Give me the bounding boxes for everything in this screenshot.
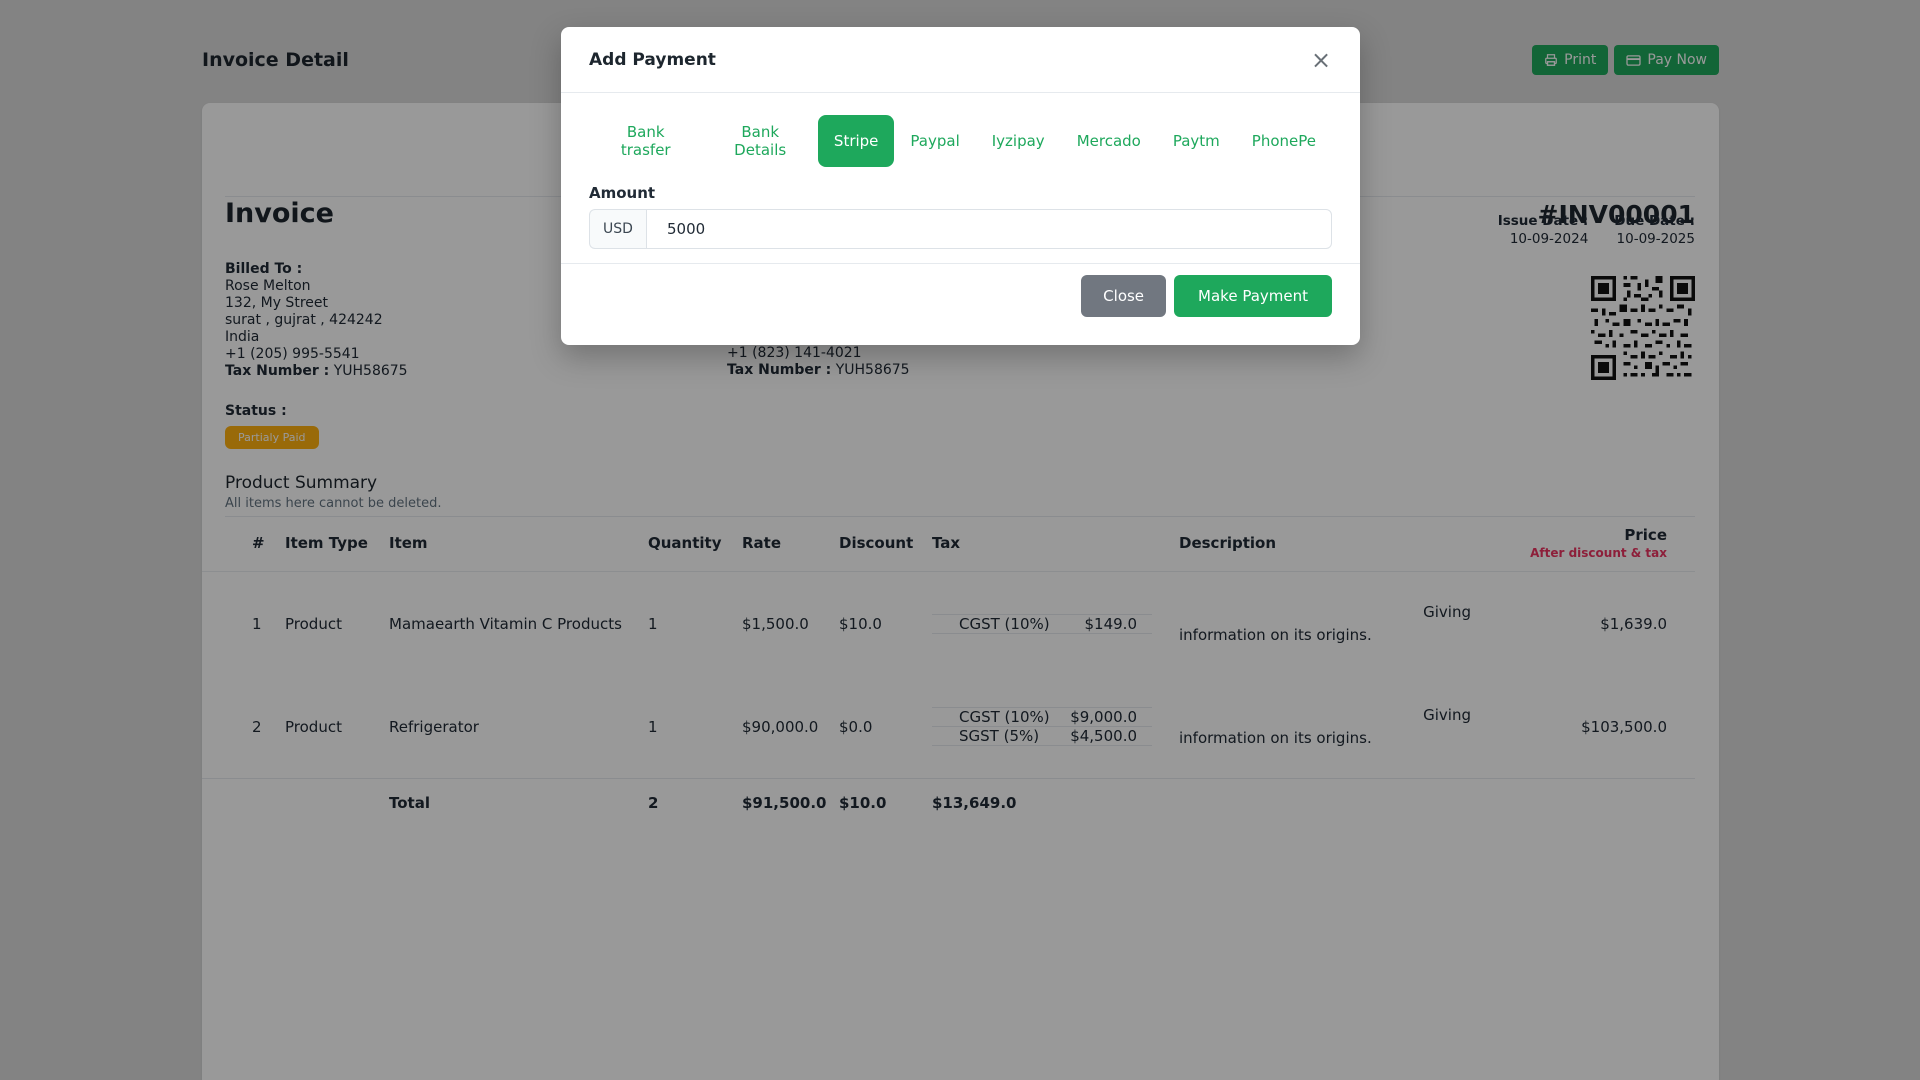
make-payment-button[interactable]: Make Payment xyxy=(1174,275,1332,317)
modal-body: Bank trasfer Bank Details Stripe Paypal … xyxy=(561,93,1360,263)
tab-stripe[interactable]: Stripe xyxy=(817,115,895,167)
currency-addon: USD xyxy=(589,209,646,249)
tab-paypal[interactable]: Paypal xyxy=(894,115,975,167)
tab-paytm[interactable]: Paytm xyxy=(1157,115,1236,167)
tab-mercado[interactable]: Mercado xyxy=(1061,115,1157,167)
tab-phonepe[interactable]: PhonePe xyxy=(1236,115,1332,167)
payment-method-tabs: Bank trasfer Bank Details Stripe Paypal … xyxy=(589,115,1332,167)
tab-iyzipay[interactable]: Iyzipay xyxy=(976,115,1061,167)
close-button[interactable]: Close xyxy=(1081,275,1167,317)
amount-input[interactable] xyxy=(646,209,1332,249)
close-icon[interactable]: × xyxy=(1306,45,1336,75)
amount-input-group: USD xyxy=(589,209,1332,249)
amount-label: Amount xyxy=(589,184,656,202)
modal-footer: Close Make Payment xyxy=(561,263,1360,317)
tab-bank-details[interactable]: Bank Details xyxy=(702,115,817,167)
tab-bank-transfer[interactable]: Bank trasfer xyxy=(589,115,702,167)
page: Invoice Detail Print Pay Now Invoice #IN… xyxy=(0,0,1920,1080)
add-payment-modal: Add Payment × Bank trasfer Bank Details … xyxy=(561,27,1360,345)
modal-title: Add Payment xyxy=(589,49,716,70)
modal-header: Add Payment × xyxy=(561,27,1360,93)
